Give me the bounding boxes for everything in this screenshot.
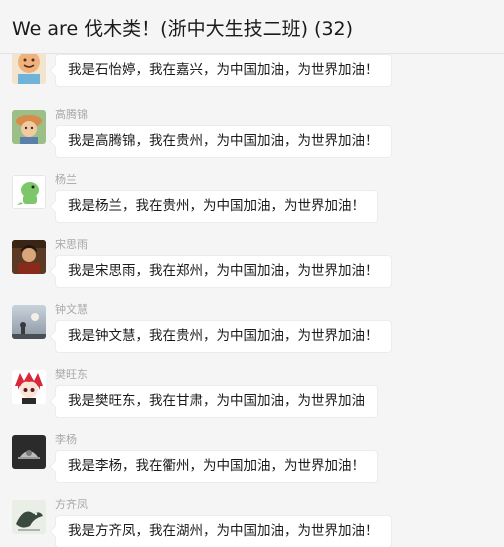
message-bubble[interactable]: 我是高腾锦，我在贵州，为中国加油，为世界加油！ bbox=[55, 125, 392, 158]
sender-name: 钟文慧 bbox=[55, 303, 88, 316]
message-bubble[interactable]: 我是樊旺东，我在甘肃，为中国加油，为世界加油 bbox=[55, 385, 378, 418]
message-bubble[interactable]: 我是杨兰，我在贵州，为中国加油，为世界加油！ bbox=[55, 190, 378, 223]
message-bubble[interactable]: 我是宋思雨，我在郑州，为中国加油，为世界加油！ bbox=[55, 255, 392, 288]
message-item: 方齐凤 我是方齐凤，我在湖州，为中国加油，为世界加油！ bbox=[0, 494, 504, 547]
kid-with-hat-avatar[interactable] bbox=[12, 110, 46, 144]
message-bubble[interactable]: 我是钟文慧，我在贵州，为中国加油，为世界加油！ bbox=[55, 320, 392, 353]
chat-header: We are 伐木类！(浙中大生技二班) (32) bbox=[0, 0, 504, 54]
message-item: 钟文慧 我是钟文慧，我在贵州，为中国加油，为世界加油！ bbox=[0, 299, 504, 364]
sender-name: 高腾锦 bbox=[55, 108, 88, 121]
bird-sketch-avatar[interactable] bbox=[12, 500, 46, 534]
message-item: 樊旺东 我是樊旺东，我在甘肃，为中国加油，为世界加油 bbox=[0, 364, 504, 429]
sender-name: 樊旺东 bbox=[55, 368, 88, 381]
message-item: 杨兰 我是杨兰，我在贵州，为中国加油，为世界加油！ bbox=[0, 169, 504, 234]
dark-sketch-avatar[interactable] bbox=[12, 435, 46, 469]
sender-name: 李杨 bbox=[55, 433, 77, 446]
sender-name: 方齐凤 bbox=[55, 498, 88, 511]
message-bubble[interactable]: 我是李杨，我在衢州，为中国加油，为世界加油！ bbox=[55, 450, 378, 483]
sender-name: 杨兰 bbox=[55, 173, 77, 186]
red-hair-anime-avatar[interactable] bbox=[12, 370, 46, 404]
message-item: 高腾锦 我是高腾锦，我在贵州，为中国加油，为世界加油！ bbox=[0, 104, 504, 169]
message-list[interactable]: 我是石怡婷，我在嘉兴，为中国加油，为世界加油！ 高腾锦 我是高腾锦，我在贵州，为… bbox=[0, 54, 504, 547]
painting-portrait-avatar[interactable] bbox=[12, 240, 46, 274]
sunset-silhouette-avatar[interactable] bbox=[12, 305, 46, 339]
message-item: 宋思雨 我是宋思雨，我在郑州，为中国加油，为世界加油！ bbox=[0, 234, 504, 299]
chat-title: We are 伐木类！(浙中大生技二班) (32) bbox=[12, 18, 354, 40]
sender-name: 宋思雨 bbox=[55, 238, 88, 251]
message-bubble[interactable]: 我是方齐凤，我在湖州，为中国加油，为世界加油！ bbox=[55, 515, 392, 547]
message-bubble[interactable]: 我是石怡婷，我在嘉兴，为中国加油，为世界加油！ bbox=[55, 54, 392, 87]
message-item: 李杨 我是李杨，我在衢州，为中国加油，为世界加油！ bbox=[0, 429, 504, 494]
green-dino-avatar[interactable] bbox=[12, 175, 46, 209]
smiling-bear-avatar[interactable] bbox=[12, 54, 46, 84]
